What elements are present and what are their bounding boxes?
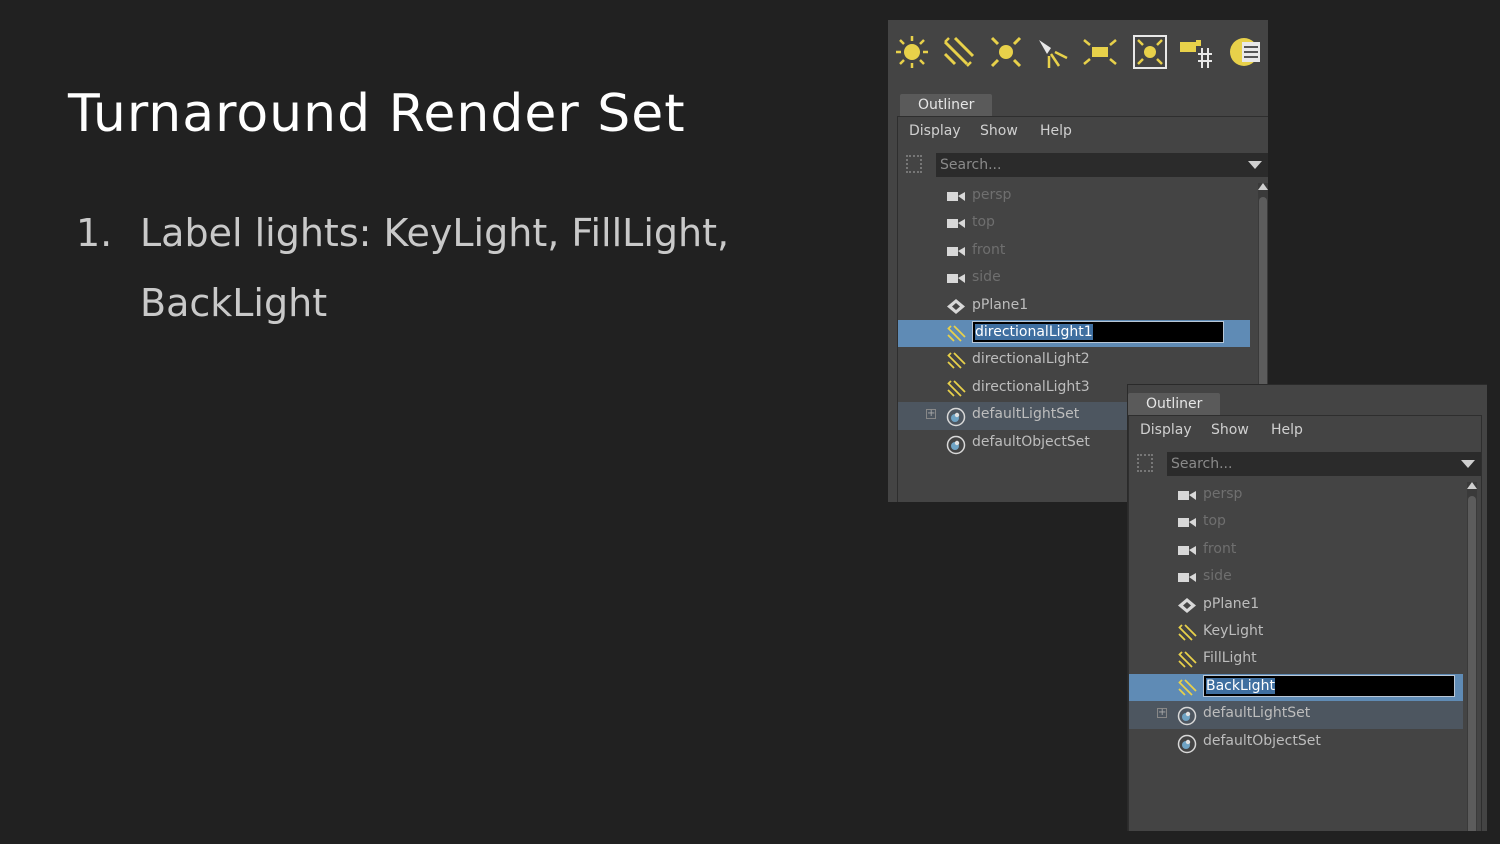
search-dropdown-icon[interactable] (1248, 161, 1262, 169)
slide-title: Turnaround Render Set (68, 84, 686, 144)
list-item[interactable]: directionalLight2 (898, 347, 1250, 374)
directional-light-icon (946, 352, 966, 369)
item-label: top (1203, 513, 1226, 530)
menu-show[interactable]: Show (980, 123, 1018, 139)
set-icon (1177, 734, 1197, 753)
search-row (1129, 450, 1481, 478)
item-label: side (1203, 568, 1232, 585)
item-label: persp (1203, 486, 1243, 502)
mesh-icon (1177, 597, 1197, 614)
outliner-panel-after: Outliner Display Show Help persp top front… (1127, 384, 1487, 831)
area-light-icon[interactable] (1082, 34, 1118, 70)
list-item[interactable]: + defaultLightSet (1129, 701, 1463, 729)
item-label: top (972, 214, 995, 231)
directional-light-icon[interactable] (941, 34, 977, 70)
item-label: defaultLightSet (972, 406, 1080, 423)
outliner-menubar: Display Show Help (898, 117, 1268, 147)
list-item[interactable]: pPlane1 (898, 293, 1250, 320)
list-item[interactable]: persp (898, 183, 1250, 210)
item-label: defaultObjectSet (972, 433, 1090, 450)
point-light-icon[interactable] (988, 34, 1024, 70)
search-input[interactable] (936, 153, 1268, 177)
item-label: side (972, 269, 1001, 286)
mesh-icon (946, 298, 966, 315)
search-dropdown-icon[interactable] (1461, 460, 1475, 468)
outliner-tab[interactable]: Outliner (900, 94, 993, 116)
list-item[interactable]: KeyLight (1129, 619, 1463, 646)
filter-icon[interactable] (1137, 454, 1153, 472)
menu-help[interactable]: Help (1040, 123, 1072, 139)
directional-light-icon (946, 325, 966, 342)
item-label: defaultObjectSet (1203, 732, 1321, 749)
bullet-number: 1. (76, 211, 113, 255)
scroll-thumb[interactable] (1468, 496, 1476, 831)
scrollbar[interactable] (1467, 482, 1477, 831)
bullet-text: Label lights: KeyLight, FillLight, BackL… (140, 211, 730, 325)
item-label: front (972, 241, 1006, 258)
camera-icon (946, 188, 966, 205)
directional-light-icon (1177, 624, 1197, 641)
item-label: directionalLight2 (972, 351, 1090, 368)
item-label: pPlane1 (1203, 595, 1260, 612)
camera-icon (946, 215, 966, 232)
set-icon (946, 407, 966, 427)
outliner-menubar: Display Show Help (1129, 416, 1481, 446)
ambient-light-icon[interactable] (894, 34, 930, 70)
directional-light-icon (1177, 651, 1197, 668)
list-item[interactable]: front (1129, 537, 1463, 564)
expand-icon[interactable]: + (1157, 708, 1167, 719)
list-item[interactable]: persp (1129, 482, 1463, 509)
list-item[interactable]: side (898, 265, 1250, 292)
spot-light-icon[interactable] (1035, 34, 1071, 70)
menu-display[interactable]: Display (1140, 422, 1192, 438)
light-manipulator-icon[interactable] (1178, 34, 1214, 70)
search-input[interactable] (1167, 452, 1481, 476)
item-label: front (1203, 540, 1237, 557)
directional-light-icon (946, 380, 966, 397)
lighting-toolbar (888, 20, 1268, 86)
outliner-frame: Display Show Help persp top front side pPlan… (1128, 415, 1482, 831)
outliner-list: persp top front side pPlane1 KeyLight FillLigh… (1129, 482, 1463, 756)
light-editor-icon[interactable] (1228, 34, 1264, 70)
list-item[interactable]: side (1129, 564, 1463, 591)
scroll-thumb[interactable] (1259, 197, 1267, 397)
list-item[interactable]: top (898, 210, 1250, 237)
list-item[interactable]: FillLight (1129, 646, 1463, 673)
menu-help[interactable]: Help (1271, 422, 1303, 438)
scroll-up-icon[interactable] (1467, 482, 1477, 489)
camera-icon (1177, 514, 1197, 531)
camera-icon (1177, 569, 1197, 586)
camera-icon (1177, 487, 1197, 504)
list-item[interactable]: defaultObjectSet (1129, 729, 1463, 756)
rename-field[interactable]: BackLight (1203, 674, 1455, 697)
scroll-up-icon[interactable] (1258, 183, 1268, 190)
item-label: persp (972, 187, 1012, 203)
camera-icon (946, 270, 966, 287)
list-item[interactable]: directionalLight1 (898, 319, 1250, 348)
rename-field[interactable]: directionalLight1 (972, 320, 1224, 343)
list-item[interactable]: top (1129, 509, 1463, 536)
list-item[interactable]: BackLight (1129, 673, 1463, 702)
camera-icon (1177, 542, 1197, 559)
list-item[interactable]: pPlane1 (1129, 592, 1463, 619)
item-label: KeyLight (1203, 622, 1264, 639)
filter-icon[interactable] (906, 155, 922, 173)
set-icon (946, 435, 966, 454)
search-row (898, 151, 1268, 179)
expand-icon[interactable]: + (926, 409, 936, 420)
item-label: directionalLight3 (972, 378, 1090, 395)
item-label: defaultLightSet (1203, 705, 1311, 722)
item-label: FillLight (1203, 650, 1257, 667)
menu-show[interactable]: Show (1211, 422, 1249, 438)
camera-icon (946, 243, 966, 260)
outliner-tab[interactable]: Outliner (1128, 393, 1221, 415)
menu-display[interactable]: Display (909, 123, 961, 139)
volume-light-icon[interactable] (1132, 34, 1168, 70)
set-icon (1177, 706, 1197, 726)
item-label: pPlane1 (972, 296, 1029, 313)
directional-light-icon (1177, 679, 1197, 696)
list-item[interactable]: front (898, 238, 1250, 265)
